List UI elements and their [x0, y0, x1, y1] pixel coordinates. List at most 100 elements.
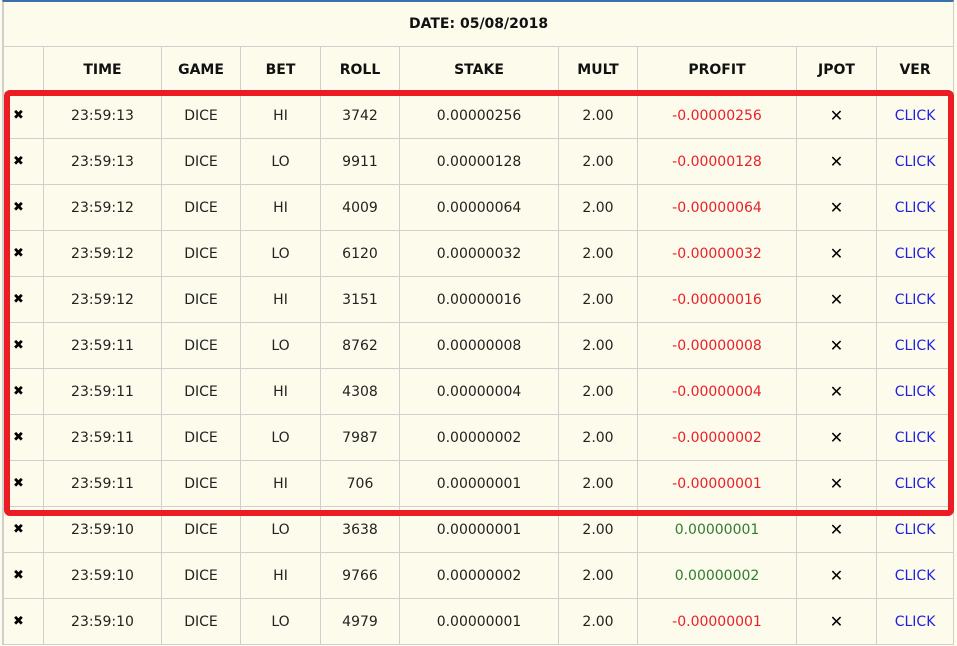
header-profit: PROFIT [637, 46, 797, 93]
cell-bet: HI [240, 184, 321, 231]
header-mult: MULT [558, 46, 638, 93]
cell-stake: 0.00000001 [399, 460, 559, 507]
cell-game: DICE [161, 230, 241, 277]
cell-profit: -0.00000008 [637, 322, 797, 369]
table-row: ✖ 23:59:10 DICE HI 9766 0.00000002 2.00 0.00000… [3, 552, 955, 599]
verify-link[interactable]: CLICK [875, 92, 955, 139]
jackpot-no-icon: ✕ [796, 230, 877, 277]
cell-roll: 3151 [320, 276, 400, 323]
expand-icon[interactable]: ✖ [3, 92, 44, 139]
expand-icon[interactable]: ✖ [3, 506, 44, 553]
header-icon [3, 46, 44, 93]
cell-game: DICE [161, 506, 241, 553]
header-jpot: JPOT [796, 46, 877, 93]
cell-time: 23:59:11 [43, 368, 162, 415]
jackpot-no-icon: ✕ [796, 368, 877, 415]
cell-profit: 0.00000002 [637, 552, 797, 599]
jackpot-no-icon: ✕ [796, 184, 877, 231]
verify-link[interactable]: CLICK [875, 460, 955, 507]
cell-game: DICE [161, 138, 241, 185]
verify-link[interactable]: CLICK [875, 506, 955, 553]
cell-roll: 9911 [320, 138, 400, 185]
cell-time: 23:59:10 [43, 598, 162, 645]
jackpot-no-icon: ✕ [796, 506, 877, 553]
verify-link[interactable]: CLICK [875, 138, 955, 185]
cell-stake: 0.00000002 [399, 414, 559, 461]
verify-link[interactable]: CLICK [875, 414, 955, 461]
cell-profit: -0.00000016 [637, 276, 797, 323]
cell-roll: 8762 [320, 322, 400, 369]
column-header-row: TIME GAME BET ROLL STAKE MULT PROFIT JPO… [3, 46, 955, 93]
cell-mult: 2.00 [558, 460, 638, 507]
table-row: ✖ 23:59:12 DICE HI 4009 0.00000064 2.00 -0.0000… [3, 184, 955, 231]
bet-history-panel: DATE: 05/08/2018 TIME GAME BET ROLL STAK… [2, 0, 955, 645]
cell-bet: LO [240, 230, 321, 277]
cell-time: 23:59:11 [43, 322, 162, 369]
verify-link[interactable]: CLICK [875, 276, 955, 323]
cell-game: DICE [161, 92, 241, 139]
cell-mult: 2.00 [558, 230, 638, 277]
table-row: ✖ 23:59:11 DICE HI 4308 0.00000004 2.00 -0.0000… [3, 368, 955, 415]
verify-link[interactable]: CLICK [875, 322, 955, 369]
expand-icon[interactable]: ✖ [3, 276, 44, 323]
cell-roll: 9766 [320, 552, 400, 599]
cell-time: 23:59:12 [43, 184, 162, 231]
cell-game: DICE [161, 598, 241, 645]
cell-profit: -0.00000004 [637, 368, 797, 415]
verify-link[interactable]: CLICK [875, 598, 955, 645]
cell-profit: -0.00000128 [637, 138, 797, 185]
expand-icon[interactable]: ✖ [3, 184, 44, 231]
jackpot-no-icon: ✕ [796, 276, 877, 323]
header-roll: ROLL [320, 46, 400, 93]
cell-roll: 4009 [320, 184, 400, 231]
header-ver: VER [875, 46, 955, 93]
expand-icon[interactable]: ✖ [3, 368, 44, 415]
cell-game: DICE [161, 184, 241, 231]
table-row: ✖ 23:59:11 DICE LO 7987 0.00000002 2.00 -0.0000… [3, 414, 955, 461]
verify-link[interactable]: CLICK [875, 184, 955, 231]
table-row: ✖ 23:59:10 DICE LO 3638 0.00000001 2.00 0.00000… [3, 506, 955, 553]
table-row: ✖ 23:59:11 DICE HI 706 0.00000001 2.00 -0.00000… [3, 460, 955, 507]
cell-roll: 706 [320, 460, 400, 507]
cell-bet: LO [240, 322, 321, 369]
cell-stake: 0.00000002 [399, 552, 559, 599]
expand-icon[interactable]: ✖ [3, 322, 44, 369]
cell-roll: 3742 [320, 92, 400, 139]
header-game: GAME [161, 46, 241, 93]
cell-time: 23:59:10 [43, 506, 162, 553]
verify-link[interactable]: CLICK [875, 552, 955, 599]
expand-icon[interactable]: ✖ [3, 598, 44, 645]
cell-stake: 0.00000064 [399, 184, 559, 231]
expand-icon[interactable]: ✖ [3, 138, 44, 185]
cell-roll: 6120 [320, 230, 400, 277]
verify-link[interactable]: CLICK [875, 230, 955, 277]
table-row: ✖ 23:59:13 DICE LO 9911 0.00000128 2.00 -0.0000… [3, 138, 955, 185]
header-bet: BET [240, 46, 321, 93]
cell-bet: HI [240, 368, 321, 415]
cell-profit: -0.00000064 [637, 184, 797, 231]
cell-roll: 4308 [320, 368, 400, 415]
cell-profit: -0.00000002 [637, 414, 797, 461]
cell-mult: 2.00 [558, 506, 638, 553]
table-row: ✖ 23:59:10 DICE LO 4979 0.00000001 2.00 -0.0000… [3, 598, 955, 645]
cell-mult: 2.00 [558, 322, 638, 369]
expand-icon[interactable]: ✖ [3, 552, 44, 599]
jackpot-no-icon: ✕ [796, 92, 877, 139]
jackpot-no-icon: ✕ [796, 552, 877, 599]
cell-game: DICE [161, 368, 241, 415]
expand-icon[interactable]: ✖ [3, 230, 44, 277]
cell-time: 23:59:10 [43, 552, 162, 599]
cell-mult: 2.00 [558, 598, 638, 645]
cell-profit: 0.00000001 [637, 506, 797, 553]
cell-mult: 2.00 [558, 368, 638, 415]
jackpot-no-icon: ✕ [796, 460, 877, 507]
cell-bet: HI [240, 276, 321, 323]
cell-roll: 4979 [320, 598, 400, 645]
cell-profit: -0.00000256 [637, 92, 797, 139]
header-stake: STAKE [399, 46, 559, 93]
expand-icon[interactable]: ✖ [3, 414, 44, 461]
jackpot-no-icon: ✕ [796, 598, 877, 645]
expand-icon[interactable]: ✖ [3, 460, 44, 507]
jackpot-no-icon: ✕ [796, 322, 877, 369]
verify-link[interactable]: CLICK [875, 368, 955, 415]
